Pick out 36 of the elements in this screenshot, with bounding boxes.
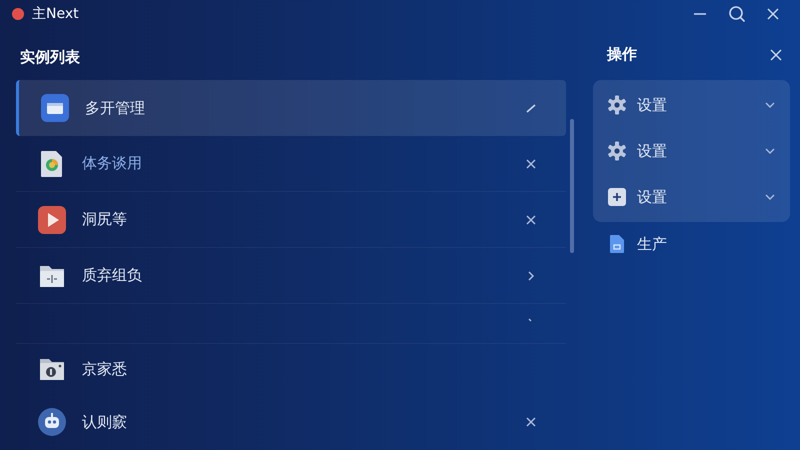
settings-row[interactable]: 设置 (593, 128, 790, 174)
close-icon[interactable] (524, 156, 538, 170)
close-icon[interactable] (770, 48, 782, 60)
item-label: 设置 (637, 186, 667, 208)
document-icon[interactable] (607, 234, 627, 254)
list-item[interactable]: 体务谈用 (16, 136, 566, 192)
section-title: 实例列表 (19, 47, 81, 68)
gear-icon (607, 141, 627, 161)
item-label: 设置 (637, 140, 667, 162)
play-icon (38, 206, 66, 234)
close-icon[interactable] (524, 415, 538, 429)
robot-icon (38, 408, 66, 436)
list-item[interactable]: 多开管理 (16, 80, 566, 136)
item-label: 体务谈用 (82, 153, 142, 174)
section-title: 操作 (607, 44, 637, 66)
list-item[interactable]: 质弃组负 (16, 248, 566, 304)
list-item[interactable]: 京家悉 (16, 344, 566, 394)
item-label: 京家悉 (82, 358, 127, 380)
item-label: 认则窾 (82, 412, 127, 433)
settings-row[interactable]: 设置 (593, 174, 790, 220)
window-title: 主Next (32, 4, 79, 24)
close-icon[interactable] (524, 212, 538, 226)
item-label: 设置 (637, 94, 667, 116)
scrollbar[interactable] (570, 119, 574, 253)
item-label: 多开管理 (85, 98, 145, 119)
plus-icon (607, 187, 627, 207)
settings-row[interactable]: 设置 (593, 82, 790, 128)
item-label: 质弃组负 (82, 265, 142, 286)
action-link[interactable]: 生产 (637, 232, 667, 256)
window-icon (41, 94, 69, 122)
gear-icon (607, 95, 627, 115)
search-icon[interactable] (728, 5, 746, 23)
item-label: 洞尻等 (82, 209, 127, 230)
close-icon[interactable] (766, 7, 780, 21)
list-item[interactable]: 认则窾 (16, 394, 566, 450)
list-item[interactable]: 洞尻等 (16, 192, 566, 248)
